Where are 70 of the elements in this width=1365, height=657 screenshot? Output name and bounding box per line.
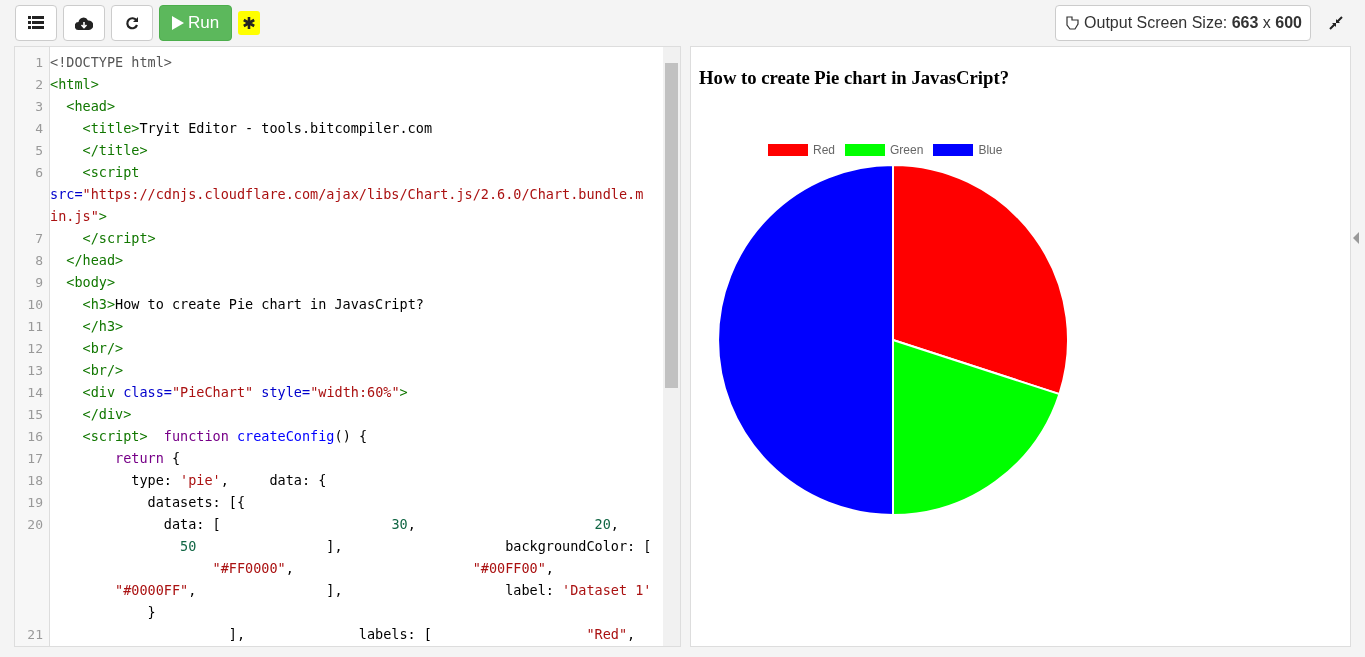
legend-swatch xyxy=(768,144,808,156)
code-line: </h3> xyxy=(81,318,124,334)
list-button[interactable] xyxy=(15,5,57,41)
code-line: <div class="PieChart" style="width:60%"> xyxy=(81,384,408,400)
code-editor[interactable] xyxy=(14,46,681,647)
line-number: 15 xyxy=(26,406,43,422)
line-number: 13 xyxy=(26,362,43,378)
code-line: 50 ], backgroundColor: [ xyxy=(179,538,652,554)
code-line: <br/> xyxy=(81,340,124,356)
cloud-download-icon xyxy=(75,16,93,30)
asterisk-icon xyxy=(243,17,256,29)
code-line: <head> xyxy=(65,98,116,114)
hand-pointer-icon xyxy=(1064,15,1081,31)
line-number: 19 xyxy=(26,494,43,510)
page-heading: How to create Pie chart in JavasCript? xyxy=(699,67,1010,89)
download-button[interactable] xyxy=(63,5,105,41)
legend-swatch xyxy=(933,144,974,156)
line-number: 11 xyxy=(26,318,43,334)
line-number: 18 xyxy=(26,472,43,488)
play-icon xyxy=(172,16,184,30)
legend-swatch xyxy=(845,144,885,156)
code-line: "#FF0000", "#00FF00", xyxy=(211,560,554,576)
code-line: <h3>How to create Pie chart in JavasCript? xyxy=(81,296,424,312)
code-line: src="https://cdnjs.cloudflare.com/ajax/libs/Chart.js/2.6.0/Chart.bundle.m xyxy=(50,186,644,202)
legend-label: Blue xyxy=(978,143,1003,157)
line-number: 12 xyxy=(26,340,43,356)
line-number: 7 xyxy=(34,230,43,246)
code-line: <html> xyxy=(50,76,99,92)
code-line: </div> xyxy=(81,406,132,422)
output-size-button[interactable]: Output Screen Size: 663 x 600 xyxy=(1055,5,1311,41)
code-line: <body> xyxy=(65,274,116,290)
line-number: 5 xyxy=(34,142,43,158)
code-line: } xyxy=(146,604,156,620)
reload-icon xyxy=(125,16,139,30)
code-line: <script> function createConfig() { xyxy=(81,428,367,444)
line-number: 3 xyxy=(34,98,43,114)
code-line: <title>Tryit Editor - tools.bitcompiler.com xyxy=(81,120,432,136)
reload-button[interactable] xyxy=(111,5,153,41)
legend-label: Green xyxy=(890,143,924,157)
code-line: ], labels: [ "Red", xyxy=(227,626,636,642)
code-line: </script> xyxy=(81,230,156,246)
legend-label: Red xyxy=(813,143,835,157)
line-number: 9 xyxy=(34,274,43,290)
line-number: 16 xyxy=(26,428,43,444)
list-icon xyxy=(28,16,44,30)
code-line: in.js"> xyxy=(50,208,107,224)
code-line: <!DOCTYPE html> xyxy=(50,54,172,70)
settings-badge[interactable] xyxy=(238,11,261,35)
line-number: 14 xyxy=(26,384,43,400)
line-number: 6 xyxy=(34,164,43,180)
collapse-icon[interactable] xyxy=(1329,16,1343,30)
line-number: 4 xyxy=(34,120,43,136)
code-line: type: 'pie', data: { xyxy=(130,472,327,488)
expand-arrow-icon[interactable] xyxy=(1353,232,1359,244)
code-line: </head> xyxy=(65,252,124,268)
code-line: <br/> xyxy=(81,362,124,378)
code-line: </title> xyxy=(81,142,148,158)
line-number: 8 xyxy=(34,252,43,268)
code-line: "#0000FF", ], label: 'Dataset 1' xyxy=(114,582,652,598)
line-number: 21 xyxy=(26,626,43,642)
line-number: 17 xyxy=(26,450,43,466)
code-line: <script xyxy=(81,164,140,180)
code-line: data: [ 30, 20, xyxy=(162,516,619,532)
code-line: datasets: [{ xyxy=(146,494,246,510)
scrollbar[interactable] xyxy=(663,47,680,646)
line-number: 1 xyxy=(34,54,43,70)
code-line: return { xyxy=(114,450,181,466)
line-number: 20 xyxy=(26,516,43,532)
line-number: 2 xyxy=(34,76,43,92)
line-number: 10 xyxy=(26,296,43,312)
